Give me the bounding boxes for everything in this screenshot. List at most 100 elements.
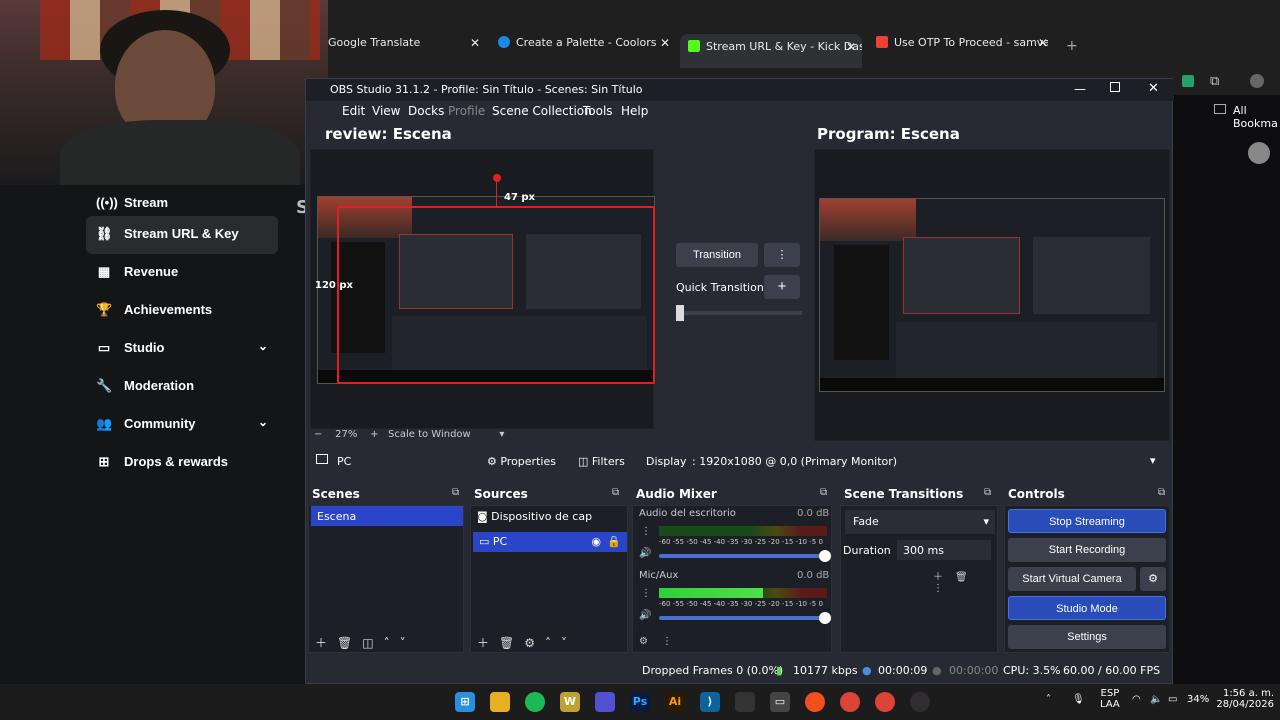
close-icon[interactable]: ✕ [660,36,670,50]
minimize-button[interactable]: — [1074,82,1086,96]
close-button[interactable]: ✕ [1148,81,1159,96]
bookmarks-bar-label[interactable]: All Bookma [1233,104,1280,130]
vscode-icon[interactable]: ⟩ [700,692,720,712]
windows-start-icon[interactable]: ⊞ [455,692,475,712]
avatar[interactable] [1248,142,1270,164]
dock-float-icon[interactable]: ⧉ [984,487,991,498]
volume-slider-mic[interactable] [659,612,831,624]
sidebar-item-community[interactable]: 👥 Community ⌄ [86,406,278,444]
stop-streaming-button[interactable]: Stop Streaming [1008,509,1166,533]
source-item-pc[interactable]: ▭ PC ◉ 🔒 [473,532,627,552]
menu-view[interactable]: View [372,104,400,118]
wifi-icon[interactable]: ◠ [1132,694,1141,705]
spotify-icon[interactable] [525,692,545,712]
filters-button[interactable]: ◫ Filters [578,455,625,468]
profile-avatar[interactable] [1250,74,1264,88]
sidebar-item-drops-rewards[interactable]: ⊞ Drops & rewards [86,444,278,482]
chevron-down-icon[interactable]: ⌄ [258,415,268,429]
volume-icon[interactable]: 🔈 [1150,694,1162,705]
zoom-controls[interactable]: − 27% + Scale to Window ▾ [314,429,504,440]
kebab-icon[interactable]: ⋮ [641,588,651,599]
new-tab-button[interactable]: + [1066,38,1078,54]
maximize-button[interactable] [1110,82,1120,92]
menu-docks[interactable]: Docks [408,104,444,118]
close-icon[interactable]: ✕ [846,40,856,54]
chevron-up-icon[interactable]: ˄ [1046,694,1051,705]
source-item-capture[interactable]: ◙ Dispositivo de cap [477,510,625,523]
transition-toolbar[interactable]: ＋🗑⋮ [933,568,997,594]
scale-mode[interactable]: Scale to Window [388,429,471,440]
add-quick-transition-button[interactable]: + [764,275,800,299]
lock-icon[interactable]: 🔒 [607,535,621,548]
chevron-down-icon[interactable]: ▾ [499,429,504,440]
kebab-icon[interactable]: ⋮ [641,526,651,537]
dock-float-icon[interactable]: ⧉ [1158,487,1165,498]
sidebar-item-achievements[interactable]: 🏆 Achievements [86,292,278,330]
chevron-down-icon[interactable]: ⌄ [258,339,268,353]
menu-tools[interactable]: Tools [583,104,613,118]
menu-edit[interactable]: Edit [342,104,365,118]
close-icon[interactable]: ✕ [470,36,480,50]
sources-toolbar[interactable]: ＋🗑⚙˄˅ [477,634,577,651]
puzzle-icon[interactable]: ⧉ [1210,74,1219,89]
file-explorer-icon[interactable] [490,692,510,712]
transition-button[interactable]: Transition [676,243,758,267]
tab-gmail[interactable]: Use OTP To Proceed - samvasg ✕ [876,36,1048,60]
speaker-icon[interactable]: 🔊 [639,610,651,621]
tab-google-translate[interactable]: Google Translate ✕ [328,36,480,60]
language-indicator[interactable]: ESP LAA [1100,688,1120,710]
terminal-icon[interactable]: ▭ [770,692,790,712]
transition-slider[interactable] [676,305,802,321]
discord-icon[interactable] [595,692,615,712]
transition-slider-thumb[interactable] [676,305,684,321]
illustrator-icon[interactable]: Ai [665,692,685,712]
sidebar-item-moderation[interactable]: 🔧 Moderation [86,368,278,406]
transform-handle[interactable] [493,174,501,182]
chrome-icon[interactable] [840,692,860,712]
menu-scene-collection[interactable]: Scene Collection [492,104,592,118]
figma-icon[interactable] [805,692,825,712]
app-icon[interactable]: W [560,692,580,712]
speaker-icon[interactable]: 🔊 [639,548,651,559]
preview-canvas[interactable]: 47 px 120 px [310,149,655,429]
dock-float-icon[interactable]: ⧉ [612,487,619,498]
photoshop-icon[interactable]: Ps [630,692,650,712]
zoom-in-icon[interactable]: + [370,429,378,440]
start-virtual-camera-button[interactable]: Start Virtual Camera [1008,567,1136,591]
unity-icon[interactable] [735,692,755,712]
start-recording-button[interactable]: Start Recording [1008,538,1166,562]
obs-icon[interactable] [910,692,930,712]
duration-field[interactable]: 300 ms [897,540,991,560]
tab-kick-dashboard[interactable]: Stream URL & Key - Kick Dashb ✕ [680,34,862,68]
eye-icon[interactable]: ◉ [591,535,601,548]
menu-profile[interactable]: Profile [448,104,485,118]
sidebar-item-studio[interactable]: ▭ Studio ⌄ [86,330,278,368]
close-icon[interactable]: ✕ [1038,36,1048,50]
transition-menu-button[interactable]: ⋮ [764,243,800,267]
clock[interactable]: 1:56 a. m. 28/04/2026 [1214,688,1274,710]
studio-mode-button[interactable]: Studio Mode [1008,596,1166,620]
sidebar-item-revenue[interactable]: ▦ Revenue [86,254,278,292]
menu-help[interactable]: Help [621,104,648,118]
selected-source-outline[interactable] [337,206,655,384]
settings-button[interactable]: Settings [1008,625,1166,649]
chrome-profile-icon[interactable] [875,692,895,712]
scenes-toolbar[interactable]: ＋🗑◫˄˅ [315,634,416,651]
volume-slider-desktop[interactable] [659,550,831,562]
dock-float-icon[interactable]: ⧉ [452,487,459,498]
mixer-toolbar[interactable]: ⚙⋮ [639,636,686,647]
microphone-icon[interactable]: 🎙 [1072,694,1085,705]
display-select[interactable]: : 1920x1080 @ 0,0 (Primary Monitor) [692,455,897,468]
chevron-down-icon[interactable]: ▾ [1150,454,1156,467]
tab-coolors[interactable]: Create a Palette - Coolors ✕ [498,36,670,60]
virtual-camera-settings-button[interactable]: ⚙ [1140,567,1166,591]
sidebar-item-stream-url-key[interactable]: ⛓ Stream URL & Key [86,216,278,254]
extension-icon[interactable] [1182,75,1194,87]
properties-button[interactable]: ⚙ Properties [487,455,556,468]
transition-select[interactable]: Fade ▾ [845,510,995,534]
battery-icon[interactable]: ▭ [1168,694,1177,705]
dock-float-icon[interactable]: ⧉ [820,487,827,498]
zoom-out-icon[interactable]: − [314,429,322,440]
scene-item[interactable]: Escena [311,506,463,526]
audio-mixer-title: Audio Mixer [636,487,717,501]
